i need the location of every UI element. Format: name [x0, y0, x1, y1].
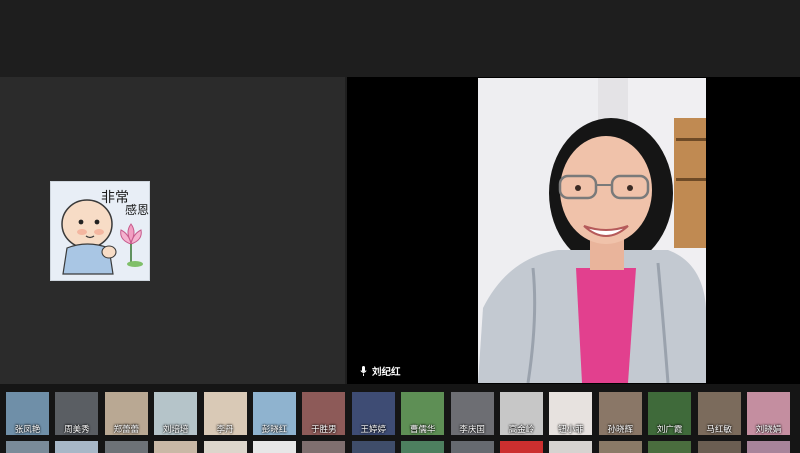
participant-name: 于胜男 [311, 424, 337, 434]
participant-thumbnail-row2[interactable] [55, 441, 99, 453]
participant-name: 钮小菲 [558, 424, 584, 434]
top-toolbar-area [0, 0, 800, 77]
participant-name: 孙晓辉 [607, 424, 634, 434]
participant-tile-sticker[interactable]: 非常 感恩 [0, 77, 345, 384]
participant-name: 周美秀 [64, 424, 90, 434]
participant-thumbnail-row2[interactable] [104, 441, 148, 453]
participant-thumbnail[interactable]: 郑蕾蕾 [104, 392, 148, 435]
participant-thumbnail[interactable]: 刘广霞 [648, 392, 692, 435]
participant-name: 李庆国 [459, 424, 485, 434]
participant-thumbnail[interactable]: 孙晓辉 [598, 392, 642, 435]
participant-name: 曹儒华 [409, 424, 436, 434]
participant-name: 高金岭 [508, 424, 535, 434]
participant-thumbnail-row2[interactable] [401, 441, 445, 453]
thank-you-sticker-avatar: 非常 感恩 [50, 181, 150, 281]
participant-thumbnail-row2[interactable] [747, 441, 790, 453]
participant-thumbnail[interactable]: 张凤艳 [6, 392, 49, 435]
speaker-video-feed [478, 78, 706, 383]
participant-thumbnail[interactable]: 王婷婷 [351, 392, 395, 435]
participant-thumbnail-row2[interactable] [6, 441, 49, 453]
participant-thumbnail[interactable]: 刘晓娟 [747, 392, 790, 435]
participant-thumbnail-row2[interactable] [154, 441, 198, 453]
participant-thumbnail-row2[interactable] [302, 441, 346, 453]
participant-thumbnail[interactable]: 钮小菲 [549, 392, 593, 435]
active-speaker-video[interactable]: 刘纪红 [347, 77, 800, 384]
participant-name: 彭晓红 [261, 424, 288, 434]
participant-thumbnail[interactable]: 刘培培 [154, 392, 198, 435]
participant-thumbnail[interactable]: 高金岭 [500, 392, 543, 435]
participant-thumbnail-row2[interactable] [598, 441, 642, 453]
participant-name: 刘晓娟 [755, 424, 782, 434]
participant-name: 马红敏 [706, 424, 732, 434]
participant-name: 郑蕾蕾 [113, 424, 140, 434]
participant-thumbnail-row2[interactable] [697, 441, 741, 453]
microphone-icon [360, 366, 367, 376]
speaker-name: 刘纪红 [372, 367, 401, 378]
participant-name: 刘培培 [162, 424, 189, 434]
participant-thumbnail[interactable]: 李丹 [203, 392, 247, 435]
speaker-name-tag: 刘纪红 [360, 364, 401, 378]
participant-thumbnail-row2[interactable] [351, 441, 395, 453]
participant-name: 张凤艳 [14, 424, 41, 434]
participant-thumbnail-row2[interactable] [549, 441, 593, 453]
participant-thumbnail[interactable]: 于胜男 [302, 392, 346, 435]
participant-name: 王婷婷 [360, 424, 387, 434]
participant-thumbnail-strip[interactable]: 张凤艳 周美秀 郑蕾蕾 刘培培 李丹 彭晓红 于胜男 王婷婷 曹儒华 李庆国 高金岭 钮小菲 孙晓辉 刘广… [0, 384, 800, 453]
participant-thumbnail-row2[interactable] [648, 441, 692, 453]
participant-name: 李丹 [216, 424, 234, 434]
participant-thumbnail-row2[interactable] [450, 441, 494, 453]
participant-thumbnail-row2[interactable] [253, 441, 296, 453]
sticker-text-line2: 感恩 [125, 202, 149, 217]
participant-thumbnail[interactable]: 彭晓红 [253, 392, 296, 435]
participant-thumbnail[interactable]: 李庆国 [450, 392, 494, 435]
participant-thumbnail-row2[interactable] [500, 441, 543, 453]
participant-thumbnail[interactable]: 马红敏 [697, 392, 741, 435]
participant-thumbnail[interactable]: 曹儒华 [401, 392, 445, 435]
participant-thumbnail[interactable]: 周美秀 [55, 392, 99, 435]
participant-name: 刘广霞 [656, 424, 683, 434]
participant-thumbnail-row2[interactable] [203, 441, 247, 453]
